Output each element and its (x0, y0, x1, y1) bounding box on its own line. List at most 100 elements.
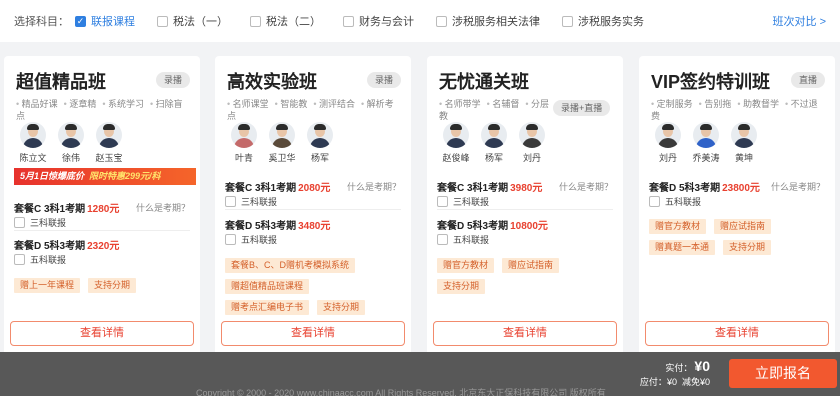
teacher-avatar (693, 122, 719, 148)
feature-item: 系统学习 (102, 99, 144, 109)
teacher-name: 杨军 (310, 153, 329, 163)
view-details-button[interactable]: 查看详情 (221, 321, 405, 346)
view-details-button[interactable]: 查看详情 (433, 321, 617, 346)
gift-list: 套餐B、C、D赠机考模拟系统 赠超值精品班课程 赠考点汇编电子书 支持分期 (225, 258, 403, 321)
gift-badge: 支持分期 (723, 240, 772, 255)
checkbox-icon[interactable] (14, 217, 25, 228)
payment-summary: 实付： ¥0 应付：¥0 减免¥0 (640, 358, 710, 388)
card-title: 无忧通关班 (439, 72, 529, 92)
exam-period-help-link[interactable]: 什么是考期？ (559, 180, 613, 193)
feature-item: 名辅督 (487, 99, 520, 109)
promo-text: 5月1日惊爆底价 (20, 171, 85, 181)
checkbox-icon[interactable] (225, 196, 236, 207)
teacher-avatar (519, 122, 545, 148)
gift-badge: 赠应试指南 (502, 258, 560, 273)
teacher-name: 黄坤 (734, 153, 753, 163)
package-option[interactable]: 三科联报 (14, 216, 66, 229)
teacher-avatar (269, 122, 295, 148)
feature-item: 测评结合 (313, 99, 355, 109)
teacher: 刘丹 (649, 122, 687, 164)
gift-badge: 支持分期 (437, 279, 486, 294)
feature-item: 定制服务 (651, 99, 693, 109)
exam-period-help-link[interactable]: 什么是考期？ (136, 201, 190, 214)
view-details-button[interactable]: 查看详情 (10, 321, 194, 346)
gift-badge: 支持分期 (317, 300, 366, 315)
subject-selector-label: 选择科目： (14, 16, 69, 28)
gift-badge: 赠考点汇编电子书 (225, 300, 310, 315)
subject-option-tax-law-2[interactable]: 税法（二） (250, 13, 321, 29)
teacher-name: 刘丹 (658, 153, 677, 163)
course-card-3: 无忧通关班 录播+直播 名师带学名辅督分层教学 赵俊峰 杨军 刘丹 套餐C 3科… (427, 56, 623, 356)
delivery-tag: 录播+直播 (553, 100, 611, 116)
teacher-avatar (96, 122, 122, 148)
teacher-avatar (58, 122, 84, 148)
package-option[interactable]: 五科联报 (437, 233, 489, 246)
feature-item: 精品好课 (16, 99, 58, 109)
teacher-avatar (731, 122, 757, 148)
course-card-4: VIP签约特训班 直播 定制服务告别拖助教督学不过退费 刘丹 乔美涛 黄坤 套餐… (639, 56, 835, 356)
feature-item: 名师带学 (439, 99, 481, 109)
package-name: 套餐D 5科3考期 2320元 (14, 241, 120, 252)
subject-option-joint[interactable]: ✓ 联报课程 (75, 13, 135, 29)
checkbox-icon[interactable] (437, 196, 448, 207)
teacher-name: 赵俊峰 (442, 153, 470, 163)
checkbox-icon[interactable] (562, 15, 573, 27)
checkbox-icon[interactable] (14, 254, 25, 265)
delivery-tag: 录播 (155, 72, 190, 88)
divider (14, 230, 190, 231)
package-price: 2080元 (298, 183, 331, 194)
card-title: VIP签约特训班 (651, 72, 771, 92)
checkbox-icon[interactable] (343, 15, 354, 27)
teacher-name: 赵玉宝 (95, 153, 123, 163)
teacher: 叶青 (225, 122, 263, 164)
checkbox-icon[interactable] (437, 234, 448, 245)
teacher-list: 赵俊峰 杨军 刘丹 (437, 122, 551, 164)
teacher: 赵玉宝 (90, 122, 128, 164)
package-price: 10800元 (510, 221, 548, 232)
subject-option-tax-law-1[interactable]: 税法（一） (157, 13, 228, 29)
exam-period-help-link[interactable]: 什么是考期？ (771, 180, 825, 193)
enroll-now-button[interactable]: 立即报名 (729, 359, 837, 388)
package-price: 3980元 (510, 183, 543, 194)
checkbox-icon[interactable] (225, 234, 236, 245)
package-name: 套餐D 5科3考期 3480元 (225, 221, 331, 232)
feature-item: 告别拖 (699, 99, 732, 109)
subject-option-tax-related-law[interactable]: 涉税服务相关法律 (436, 13, 540, 29)
teacher: 徐伟 (52, 122, 90, 164)
gift-badge: 赠真题一本通 (649, 240, 716, 255)
feature-item: 智能教 (275, 99, 308, 109)
gift-badge: 赠上一年课程 (14, 278, 81, 293)
subject-option-tax-practice[interactable]: 涉税服务实务 (562, 13, 644, 29)
feature-item: 不过退 (785, 99, 818, 109)
teacher-list: 叶青 奚卫华 杨军 (225, 122, 339, 164)
teacher-list: 刘丹 乔美涛 黄坤 (649, 122, 763, 164)
teacher-name: 奚卫华 (268, 153, 296, 163)
checkbox-icon[interactable] (436, 15, 447, 27)
actual-pay-value: ¥0 (694, 358, 710, 374)
package-option[interactable]: 五科联报 (225, 233, 277, 246)
checkbox-checked-icon[interactable]: ✓ (75, 15, 86, 27)
card-title: 高效实验班 (227, 72, 317, 92)
promo-banner: 5月1日惊爆底价 限时特惠299元/科 (14, 168, 196, 185)
copyright-text: Copyright © 2000 - 2020 www.chinaacc.com… (196, 388, 606, 396)
teacher-name: 徐伟 (61, 153, 80, 163)
checkbox-icon[interactable] (157, 15, 168, 27)
package-option[interactable]: 三科联报 (437, 195, 489, 208)
card-title: 超值精品班 (16, 72, 106, 92)
teacher-list: 陈立文 徐伟 赵玉宝 (14, 122, 128, 164)
package-option[interactable]: 五科联报 (649, 195, 701, 208)
checkbox-icon[interactable] (649, 196, 660, 207)
compare-classes-link[interactable]: 班次对比 > (773, 13, 826, 29)
teacher: 陈立文 (14, 122, 52, 164)
package-name: 套餐C 3科1考期 3980元 (437, 183, 543, 194)
subject-option-finance-accounting[interactable]: 财务与会计 (343, 13, 414, 29)
view-details-button[interactable]: 查看详情 (645, 321, 829, 346)
teacher-avatar (443, 122, 469, 148)
checkbox-icon[interactable] (250, 15, 261, 27)
package-option[interactable]: 三科联报 (225, 195, 277, 208)
gift-list: 赠官方教材 赠应试指南 支持分期 (437, 258, 615, 300)
package-option[interactable]: 五科联报 (14, 253, 66, 266)
teacher: 赵俊峰 (437, 122, 475, 164)
subject-option-label: 涉税服务实务 (578, 16, 644, 28)
exam-period-help-link[interactable]: 什么是考期？ (347, 180, 401, 193)
